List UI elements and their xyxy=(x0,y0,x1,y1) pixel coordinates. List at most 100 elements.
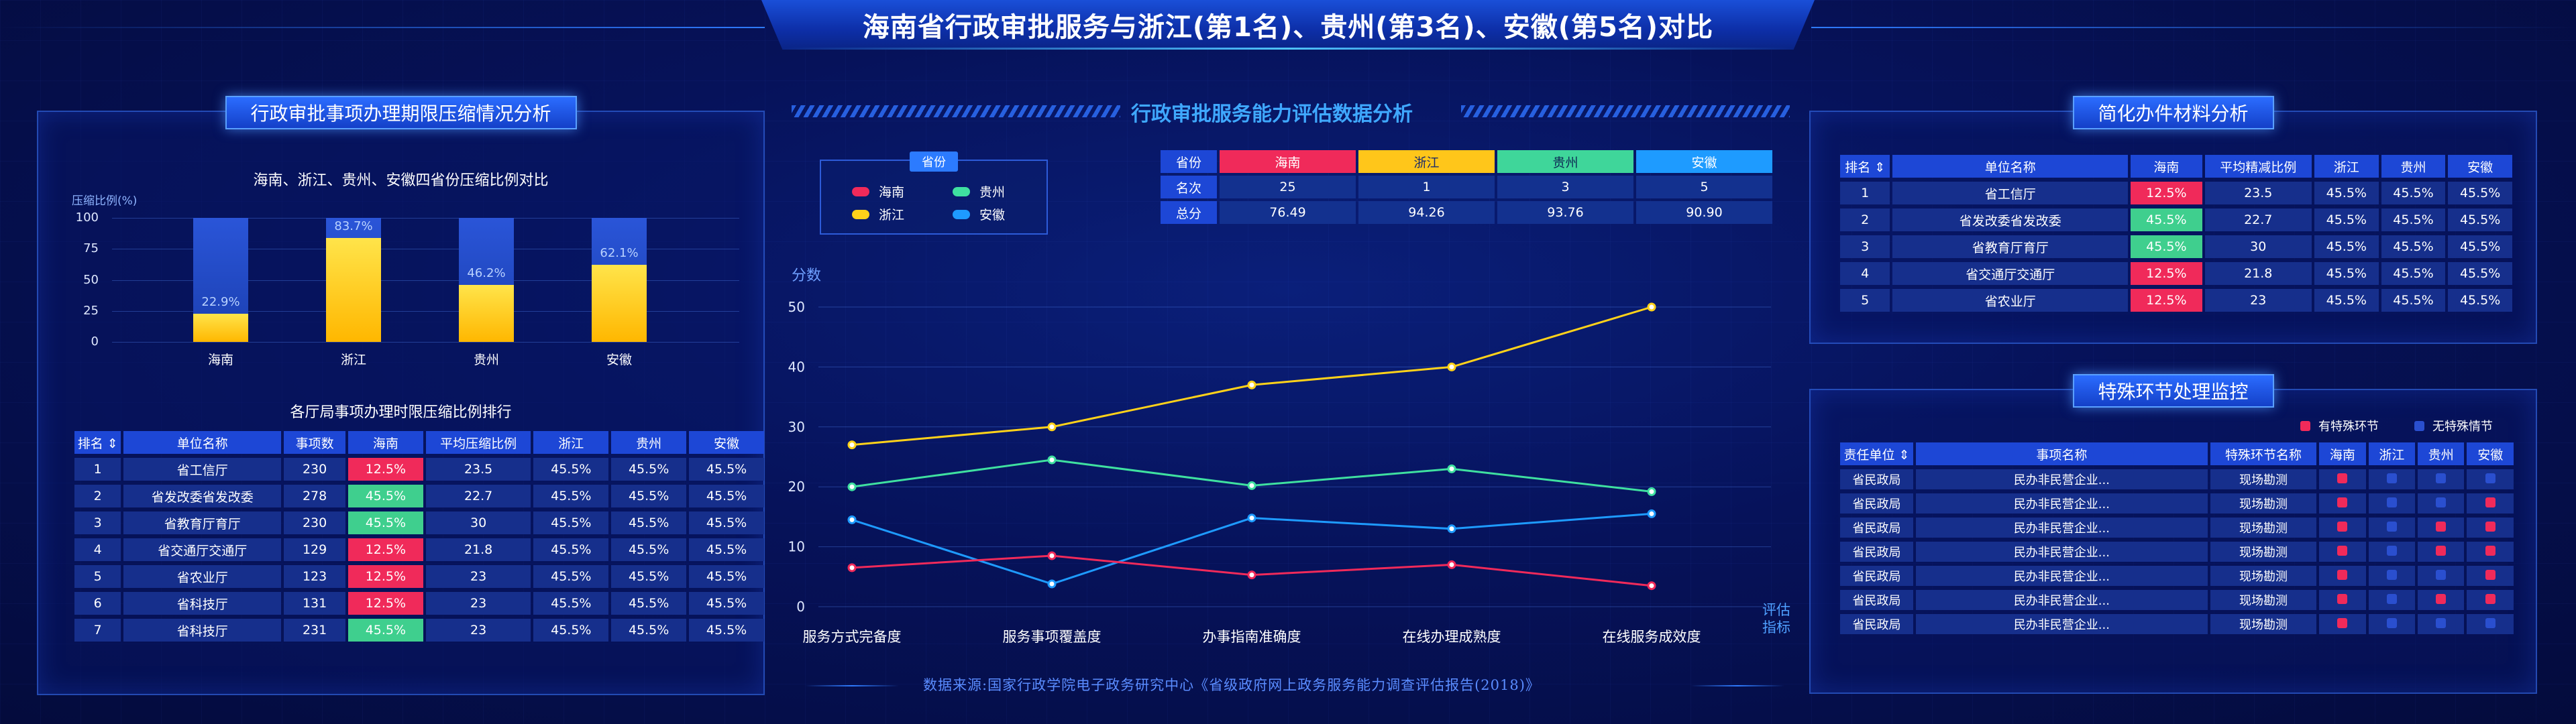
special-flag-cell xyxy=(2368,614,2416,634)
left-table-cell: 省科技厅 xyxy=(123,592,282,615)
title-deco-right xyxy=(1811,27,2576,28)
series-line-浙江 xyxy=(851,306,1652,446)
special-on-indicator xyxy=(2436,546,2447,556)
table-row[interactable]: 省民政局 民办非民营企业... 现场勘测 xyxy=(1840,542,2514,562)
data-source-footer: 数据来源:国家行政学院电子政务研究中心《省级政府网上政务服务能力调查评估报告(2… xyxy=(923,677,1540,693)
materials-table-header-4: 浙江 xyxy=(2314,155,2379,178)
special-table-cell: 省民政局 xyxy=(1840,542,1913,562)
line-y-axis-label: 分数 xyxy=(792,267,821,284)
left-table-cell: 12.5% xyxy=(347,458,423,481)
special-flag-cell xyxy=(2319,469,2366,489)
table-row[interactable]: 4 省交通厅交通厅 129 12.5% 21.8 45.5% 45.5% 45.5% xyxy=(74,538,764,561)
table-row[interactable]: 4 省交通厅交通厅 12.5% 21.8 45.5% 45.5% 45.5% xyxy=(1840,262,2512,285)
table-row[interactable]: 省民政局 民办非民营企业... 现场勘测 xyxy=(1840,614,2514,634)
special-table-cell: 民办非民营企业... xyxy=(1915,469,2208,489)
rank-header-zhejiang: 浙江 xyxy=(1358,150,1495,173)
rank-row-label-score: 总分 xyxy=(1161,201,1217,224)
special-table-cell: 省民政局 xyxy=(1840,566,1913,586)
series-point-浙江 xyxy=(847,440,857,450)
rank-guizhou: 3 xyxy=(1497,176,1633,198)
bar-value-label: 46.2% xyxy=(467,265,506,280)
series-point-安徽 xyxy=(1647,509,1656,518)
table-row[interactable]: 3 省教育厅育厅 230 45.5% 30 45.5% 45.5% 45.5% xyxy=(74,511,764,534)
left-table-cell: 2 xyxy=(74,485,121,507)
compression-bar-chart: 压缩比例(%) 100 75 50 25 0 22.9% 海南 83.7% 浙江 46.2% 贵州 62… xyxy=(38,112,763,380)
table-row[interactable]: 3 省教育厅育厅 45.5% 30 45.5% 45.5% 45.5% xyxy=(1840,235,2512,258)
special-on-indicator xyxy=(2337,522,2348,532)
line-x-category-label: 在线服务成效度 xyxy=(1603,629,1701,645)
special-monitor-panel: 特殊环节处理监控 有特殊环节 无特殊情节 责任单位 ⇕ 事项名称 特殊环节名称 海南浙… xyxy=(1809,374,2537,694)
table-row[interactable]: 省民政局 民办非民营企业... 现场勘测 xyxy=(1840,518,2514,538)
score-guizhou: 93.76 xyxy=(1497,201,1633,224)
materials-table-cell: 45.5% xyxy=(2314,289,2379,312)
materials-table-cell: 12.5% xyxy=(2131,289,2202,312)
special-table-cell: 民办非民营企业... xyxy=(1915,614,2208,634)
table-row[interactable]: 省民政局 民办非民营企业... 现场勘测 xyxy=(1840,469,2514,489)
line-x-category-label: 服务方式完备度 xyxy=(803,629,902,645)
legend-item-zhejiang: 浙江 xyxy=(852,205,904,223)
left-table-header-7: 安徽 xyxy=(689,431,764,454)
table-row[interactable]: 省民政局 民办非民营企业... 现场勘测 xyxy=(1840,590,2514,610)
special-flag-cell xyxy=(2467,518,2514,538)
materials-panel-title: 简化办件材料分析 xyxy=(2072,96,2274,129)
left-table-cell: 省工信厅 xyxy=(123,458,282,481)
line-x-category-label: 办事指南准确度 xyxy=(1203,629,1301,645)
left-table-cell: 123 xyxy=(284,565,345,588)
left-table-cell: 12.5% xyxy=(347,565,423,588)
footer-deco-left xyxy=(805,685,899,686)
stripe-deco-right xyxy=(1461,105,1790,117)
table-row[interactable]: 5 省农业厅 123 12.5% 23 45.5% 45.5% 45.5% xyxy=(74,565,764,588)
table-row[interactable]: 2 省发改委省发改委 278 45.5% 22.7 45.5% 45.5% 45.5% xyxy=(74,485,764,507)
left-table-cell: 23 xyxy=(425,619,531,642)
materials-table-cell: 45.5% xyxy=(2314,235,2379,258)
special-on-indicator xyxy=(2337,594,2348,604)
special-table-header-4: 浙江 xyxy=(2368,442,2416,465)
table-row[interactable]: 7 省科技厅 231 45.5% 23 45.5% 45.5% 45.5% xyxy=(74,619,764,642)
table-row[interactable]: 省民政局 民办非民营企业... 现场勘测 xyxy=(1840,493,2514,514)
materials-table-header-2: 海南 xyxy=(2131,155,2202,178)
table-row[interactable]: 2 省发改委省发改委 45.5% 22.7 45.5% 45.5% 45.5% xyxy=(1840,208,2512,231)
materials-table-cell: 省教育厅育厅 xyxy=(1892,235,2129,258)
materials-table-cell: 45.5% xyxy=(2314,208,2379,231)
special-monitor-panel-title: 特殊环节处理监控 xyxy=(2072,374,2274,408)
special-table-header-2: 特殊环节名称 xyxy=(2210,442,2317,465)
table-row[interactable]: 1 省工信厅 12.5% 23.5 45.5% 45.5% 45.5% xyxy=(1840,182,2512,204)
table-row[interactable]: 6 省科技厅 131 12.5% 23 45.5% 45.5% 45.5% xyxy=(74,592,764,615)
table-row[interactable]: 5 省农业厅 12.5% 23 45.5% 45.5% 45.5% xyxy=(1840,289,2512,312)
line-x-axis-label: 评估 xyxy=(1762,602,1790,618)
materials-table-header-6: 安徽 xyxy=(2448,155,2512,178)
special-on-indicator xyxy=(2485,570,2496,580)
special-off-indicator xyxy=(2436,618,2447,628)
special-flag-cell xyxy=(2418,542,2465,562)
special-flag-cell xyxy=(2418,614,2465,634)
special-table-header-0[interactable]: 责任单位 ⇕ xyxy=(1840,442,1913,465)
series-point-海南 xyxy=(1447,560,1456,569)
left-table-cell: 30 xyxy=(425,511,531,534)
materials-table-cell: 45.5% xyxy=(2448,208,2512,231)
special-flag-cell xyxy=(2319,614,2366,634)
materials-table-header-0[interactable]: 排名 ⇕ xyxy=(1840,155,1890,178)
bar-y-tick: 50 xyxy=(83,272,99,287)
left-table-cell: 省发改委省发改委 xyxy=(123,485,282,507)
special-flag-cell xyxy=(2319,590,2366,610)
materials-table-cell: 45.5% xyxy=(2131,208,2202,231)
left-table-cell: 45.5% xyxy=(611,485,687,507)
line-y-tick: 40 xyxy=(788,359,805,375)
special-on-indicator xyxy=(2485,522,2496,532)
line-x-category-label: 在线办理成熟度 xyxy=(1403,629,1501,645)
left-table-cell: 45.5% xyxy=(533,565,609,588)
left-table-cell: 45.5% xyxy=(347,485,423,507)
left-table-header-0[interactable]: 排名 ⇕ xyxy=(74,431,121,454)
special-on-indicator xyxy=(2436,522,2447,532)
special-flag-cell xyxy=(2368,493,2416,514)
left-table-cell: 230 xyxy=(284,511,345,534)
special-flag-cell xyxy=(2368,518,2416,538)
page-title: 海南省行政审批服务与浙江(第1名)、贵州(第3名)、安徽(第5名)对比 xyxy=(862,12,1714,43)
line-y-tick: 20 xyxy=(788,479,805,495)
table-row[interactable]: 1 省工信厅 230 12.5% 23.5 45.5% 45.5% 45.5% xyxy=(74,458,764,481)
special-off-indicator xyxy=(2485,618,2496,628)
special-flag-cell xyxy=(2418,518,2465,538)
left-table-cell: 45.5% xyxy=(611,538,687,561)
legend-has-special: 有特殊环节 xyxy=(2300,417,2379,434)
table-row[interactable]: 省民政局 民办非民营企业... 现场勘测 xyxy=(1840,566,2514,586)
